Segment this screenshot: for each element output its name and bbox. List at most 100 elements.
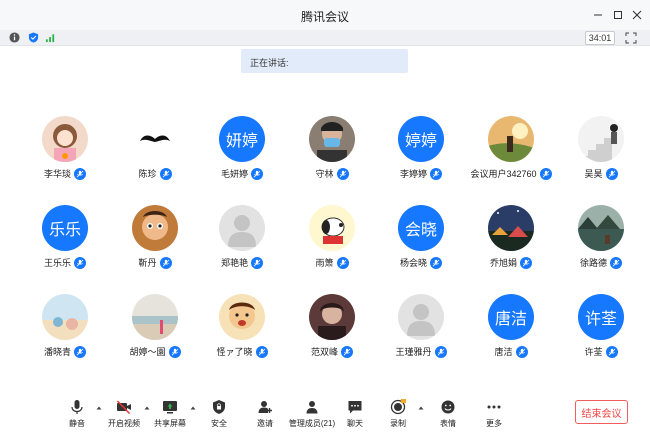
- participant-name-row: 陈珍: [110, 167, 200, 180]
- participant-tile[interactable]: 徐路德: [556, 205, 646, 290]
- meeting-info-bar: 34:01: [0, 30, 650, 46]
- participant-avatar: [132, 116, 178, 162]
- participant-name: 李婷婷: [399, 169, 427, 179]
- participant-tile[interactable]: 吴昊: [556, 116, 646, 201]
- mute-button[interactable]: 静音: [55, 399, 99, 431]
- participant-name: 杨会晓: [399, 258, 427, 268]
- participant-name: 许荃: [584, 347, 603, 357]
- muted-mic-icon: [605, 167, 618, 180]
- participant-tile[interactable]: 胡婷～園: [110, 294, 200, 379]
- participant-tile[interactable]: 守林: [287, 116, 377, 201]
- participant-name-row: 郑艳艳: [197, 256, 287, 269]
- participant-avatar: [219, 294, 265, 340]
- participant-name-row: 王瑾雅丹: [376, 345, 466, 358]
- participant-tile[interactable]: 怪ァ了晓: [197, 294, 287, 379]
- muted-mic-icon: [515, 345, 528, 358]
- participant-name-row: 雨箫: [287, 256, 377, 269]
- muted-mic-icon: [336, 167, 349, 180]
- participant-avatar: 唐洁: [488, 294, 534, 340]
- participant-tile[interactable]: 靳丹: [110, 205, 200, 290]
- muted-mic-icon: [74, 256, 86, 269]
- close-icon: [632, 10, 642, 20]
- participant-name: 郑艳艳: [220, 258, 248, 268]
- participant-tile[interactable]: 妍婷 毛妍婷: [197, 116, 287, 201]
- shield-icon[interactable]: [28, 32, 39, 43]
- muted-mic-icon: [74, 167, 86, 180]
- info-icon[interactable]: [9, 32, 20, 43]
- minimize-button[interactable]: [589, 6, 607, 24]
- muted-mic-icon: [159, 256, 172, 269]
- participant-name-row: 杨会晓: [376, 256, 466, 269]
- participant-tile[interactable]: 郑艳艳: [197, 205, 287, 290]
- share-screen-button[interactable]: 共享屏幕: [148, 399, 192, 431]
- participant-avatar: [309, 116, 355, 162]
- chat-button[interactable]: 聊天: [333, 399, 377, 431]
- participant-tile[interactable]: 许荃 许荃: [556, 294, 646, 379]
- close-button[interactable]: [628, 6, 646, 24]
- participant-name: 王乐乐: [43, 258, 71, 268]
- participant-name: 陈珍: [138, 169, 157, 179]
- participant-name-row: 会议用户342760: [466, 167, 556, 180]
- chat-label: 聊天: [347, 419, 363, 428]
- share-options-caret-icon[interactable]: [190, 405, 196, 411]
- participant-tile[interactable]: 李华琰: [20, 116, 110, 201]
- muted-mic-icon: [251, 167, 263, 180]
- participant-tile[interactable]: 范双峰: [287, 294, 377, 379]
- members-label: 管理成员(21): [288, 419, 336, 428]
- security-button[interactable]: 安全: [197, 399, 241, 431]
- more-button[interactable]: 更多: [472, 399, 516, 431]
- muted-mic-icon: [251, 256, 263, 269]
- participant-name-row: 唐洁: [466, 345, 556, 358]
- chat-icon: [348, 401, 362, 414]
- mic-icon: [71, 400, 83, 414]
- participant-tile[interactable]: 潘晓青: [20, 294, 110, 379]
- title-bar: 腾讯会议: [0, 0, 650, 30]
- muted-mic-icon: [605, 345, 618, 358]
- participant-avatar: [488, 116, 534, 162]
- record-icon: [390, 399, 406, 415]
- emoji-icon: [441, 400, 455, 414]
- participant-tile[interactable]: 会晓 杨会晓: [376, 205, 466, 290]
- participant-name-row: 范双峰: [287, 345, 377, 358]
- fullscreen-icon[interactable]: [625, 32, 637, 44]
- participant-tile[interactable]: 陈珍: [110, 116, 200, 201]
- participant-name-row: 王乐乐: [20, 256, 110, 269]
- emoji-button[interactable]: 表情: [426, 399, 470, 431]
- more-label: 更多: [486, 419, 502, 428]
- participant-tile[interactable]: 雨箫: [287, 205, 377, 290]
- participant-tile[interactable]: 婷婷 李婷婷: [376, 116, 466, 201]
- participant-name: 毛妍婷: [220, 169, 248, 179]
- participant-name: 胡婷～園: [129, 347, 166, 357]
- participant-name: 范双峰: [310, 347, 338, 357]
- record-options-caret-icon[interactable]: [418, 405, 424, 411]
- participant-tile[interactable]: 乔旭娟: [466, 205, 556, 290]
- maximize-icon: [614, 11, 622, 19]
- camera-off-icon: [116, 400, 131, 415]
- participant-tile[interactable]: 乐乐 王乐乐: [20, 205, 110, 290]
- participant-tile[interactable]: 王瑾雅丹: [376, 294, 466, 379]
- participant-avatar: [132, 294, 178, 340]
- end-meeting-button[interactable]: 结束会议: [575, 400, 628, 424]
- participant-name-row: 毛妍婷: [197, 167, 287, 180]
- participant-avatar: [309, 294, 355, 340]
- participant-name: 吴昊: [584, 169, 603, 179]
- participant-name: 徐路德: [579, 258, 607, 268]
- muted-mic-icon: [610, 256, 622, 269]
- record-button[interactable]: 录制: [376, 399, 420, 431]
- muted-mic-icon: [434, 345, 447, 358]
- muted-mic-icon: [168, 345, 181, 358]
- members-button[interactable]: 管理成员(21): [288, 399, 336, 431]
- video-button[interactable]: 开启视频: [102, 399, 146, 431]
- participant-tile[interactable]: 唐洁 唐洁: [466, 294, 556, 379]
- minimize-icon: [594, 14, 602, 16]
- invite-button[interactable]: 邀请: [243, 399, 287, 431]
- maximize-button[interactable]: [609, 6, 627, 24]
- participant-avatar: [398, 294, 444, 340]
- participant-name-row: 许荃: [556, 345, 646, 358]
- security-label: 安全: [211, 419, 227, 428]
- participant-tile[interactable]: 会议用户342760: [466, 116, 556, 201]
- members-icon: [306, 401, 318, 414]
- signal-icon[interactable]: [45, 32, 56, 43]
- participant-name: 怪ァ了晓: [216, 347, 253, 357]
- participant-name: 会议用户342760: [470, 169, 537, 179]
